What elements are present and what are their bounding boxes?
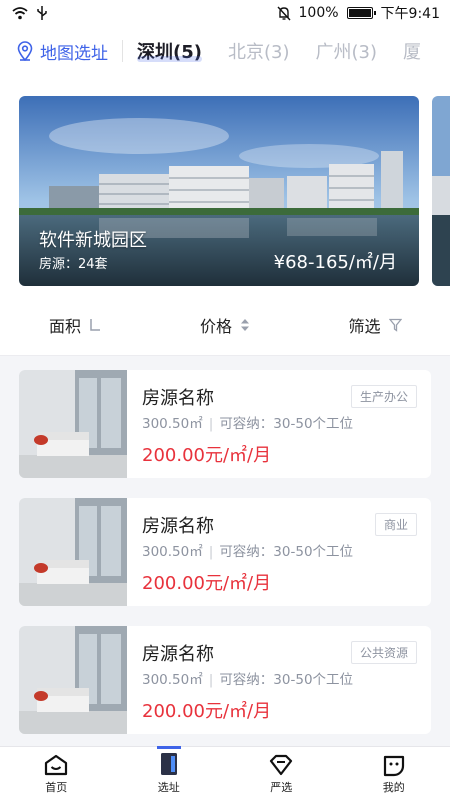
listing-tag: 生产办公 [350,385,417,408]
tab-selected-label: 严选 [270,781,293,794]
tab-site-select[interactable]: 选址 [113,746,226,800]
city-tab-guangzhou[interactable]: 广州(3) [315,38,377,64]
listing-price: 200.00元/㎡/月 [142,573,272,594]
tab-site-select-label: 选址 [157,781,180,794]
clock: 下午9:41 [380,6,440,22]
listing-card[interactable]: 房源名称 商业 300.50㎡ | 可容纳：30-50个工位 200.00元/㎡/月 [19,498,431,606]
city-tab-xiamen[interactable]: 厦 [403,38,421,64]
wifi-icon [12,7,28,20]
header-divider [122,40,123,62]
filter-price[interactable]: 价格 [150,313,300,337]
park-name: 软件新城园区 [39,230,147,251]
filter-price-label: 价格 [199,316,232,336]
tab-profile[interactable]: 我的 [338,747,450,800]
funnel-icon [388,318,402,332]
listing-capacity: 可容纳：30-50个工位 [219,544,354,560]
city-tab-beijing[interactable]: 北京(3) [228,38,290,64]
listing-area: 300.50㎡ [142,544,203,560]
listing-meta: 300.50㎡ | 可容纳：30-50个工位 [142,416,354,432]
listing-thumbnail [19,498,127,606]
header: 地图选址 深圳(5) 北京(3) 广州(3) 厦 [0,26,450,76]
city-tab-shenzhen[interactable]: 深圳(5) [137,38,202,64]
map-select-label: 地图选址 [40,43,108,64]
listing-area: 300.50㎡ [142,416,203,432]
bottom-tab-bar: 首页 选址 严选 我的 [0,746,450,800]
mute-bell-icon [277,6,291,20]
listing-thumbnail [19,370,127,478]
listing-thumbnail [19,626,127,734]
diamond-icon [270,754,293,776]
map-select-button[interactable]: 地图选址 [0,39,108,64]
area-icon [90,318,100,331]
filter-more-label: 筛选 [348,316,381,336]
listing-card[interactable]: 房源名称 生产办公 300.50㎡ | 可容纳：30-50个工位 200.00元/㎡… [19,370,431,478]
listing-price: 200.00元/㎡/月 [142,701,272,722]
status-bar: 100% 下午9:41 [0,0,450,26]
sort-icon [241,318,249,331]
profile-face-icon [383,755,404,777]
listing-meta: 300.50㎡ | 可容纳：30-50个工位 [142,544,354,560]
listing-tag: 公共资源 [350,641,417,664]
banner-carousel: 软件新城园区 房源：24套 ¥68-165/㎡/月 [0,76,450,294]
listing-card[interactable]: 房源名称 公共资源 300.50㎡ | 可容纳：30-50个工位 200.00元/㎡… [19,626,431,734]
listing-name: 房源名称 [142,516,214,537]
location-pin-icon [17,41,33,61]
park-listing-count: 房源：24套 [39,257,108,272]
listing-name: 房源名称 [142,388,214,409]
battery-level [348,9,371,17]
building-icon [160,753,177,775]
park-price-range: ¥68-165/㎡/月 [273,252,397,273]
active-tab-indicator [156,746,181,749]
usb-icon [37,6,47,20]
tab-home[interactable]: 首页 [0,747,113,800]
tab-selected[interactable]: 严选 [225,747,338,800]
listing-area: 300.50㎡ [142,672,203,688]
filter-area-label: 面积 [48,316,81,336]
battery-percent: 100% [298,5,339,21]
listing-name: 房源名称 [142,644,214,665]
listing-capacity: 可容纳：30-50个工位 [219,672,354,688]
listing-tag: 商业 [374,513,417,536]
park-photo-next [432,96,450,286]
listing-price: 200.00元/㎡/月 [142,445,272,466]
listing-capacity: 可容纳：30-50个工位 [219,416,354,432]
park-banner[interactable]: 软件新城园区 房源：24套 ¥68-165/㎡/月 [19,96,419,286]
tab-profile-label: 我的 [382,781,405,794]
home-icon [45,754,68,776]
battery-icon [346,7,376,19]
listing-meta: 300.50㎡ | 可容纳：30-50个工位 [142,672,354,688]
tab-home-label: 首页 [45,781,68,794]
filter-more[interactable]: 筛选 [300,313,450,337]
listing-list: 房源名称 生产办公 300.50㎡ | 可容纳：30-50个工位 200.00元/㎡… [19,370,431,754]
filter-area[interactable]: 面积 [0,313,150,337]
filter-bar: 面积 价格 筛选 [0,294,450,356]
next-banner-peek[interactable] [432,96,450,286]
